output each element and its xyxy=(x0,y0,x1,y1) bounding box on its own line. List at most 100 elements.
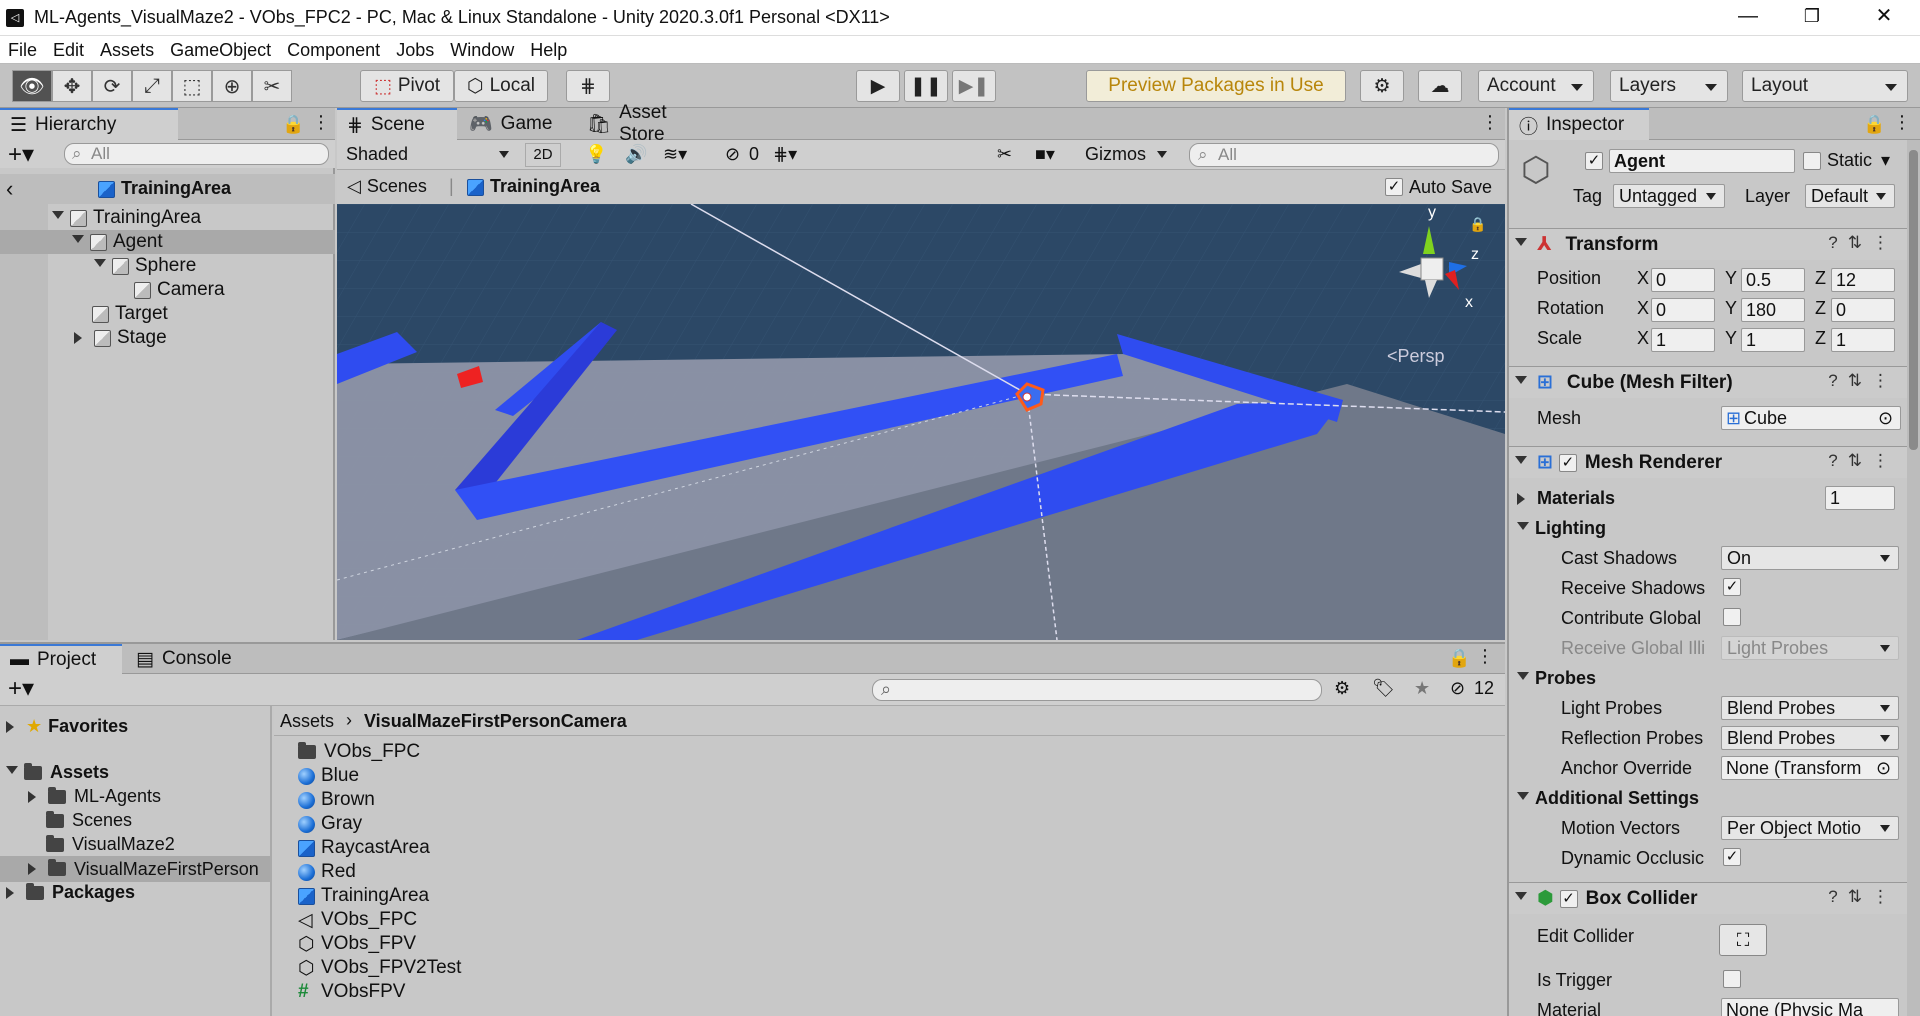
physic-material-field[interactable]: None (Physic Ma xyxy=(1721,998,1899,1016)
gizmos-dropdown[interactable]: Gizmos xyxy=(1079,143,1175,167)
custom-tool-icon[interactable]: ✂ xyxy=(252,70,292,102)
grid-toggle-icon[interactable]: ⋕▾ xyxy=(773,144,797,165)
cast-shadows-dropdown[interactable]: On xyxy=(1721,546,1899,570)
component-actions-icon[interactable]: ?⇅⋮ xyxy=(1828,233,1899,253)
file-raycastarea[interactable]: RaycastArea xyxy=(298,836,430,860)
scene-search-input[interactable]: ⌕ All xyxy=(1189,143,1499,167)
hidden-objects-icon[interactable]: ⊘ xyxy=(725,144,740,165)
tree-packages[interactable]: Packages xyxy=(6,882,135,903)
2d-toggle-button[interactable]: 2D xyxy=(525,143,561,167)
account-dropdown[interactable]: Account xyxy=(1478,70,1594,102)
tools-icon[interactable]: ✂ xyxy=(997,144,1012,165)
auto-save-checkbox[interactable]: ✓ xyxy=(1385,178,1403,196)
reflection-probes-dropdown[interactable]: Blend Probes xyxy=(1721,726,1899,750)
current-prefab-breadcrumb[interactable]: TrainingArea xyxy=(467,176,600,197)
lock-icon[interactable]: 🔒 xyxy=(282,114,304,135)
contribute-gi-checkbox[interactable] xyxy=(1723,608,1741,626)
object-picker-icon[interactable]: ⊙ xyxy=(1878,407,1893,429)
shading-mode-dropdown[interactable]: Shaded xyxy=(341,143,517,167)
component-actions-icon[interactable]: ?⇅⋮ xyxy=(1828,371,1899,391)
file-gray[interactable]: Gray xyxy=(298,812,362,836)
file-blue[interactable]: Blue xyxy=(298,764,359,788)
restore-button[interactable]: ❐ xyxy=(1784,0,1840,34)
breadcrumb-assets[interactable]: Assets xyxy=(280,711,334,732)
mesh-renderer-header[interactable]: ⊞ ✓ Mesh Renderer ?⇅⋮ xyxy=(1509,446,1909,478)
light-probes-dropdown[interactable]: Blend Probes xyxy=(1721,696,1899,720)
orientation-gizmo[interactable]: y z x xyxy=(1385,204,1505,340)
file-vobsfpv-script[interactable]: # VObsFPV xyxy=(298,980,405,1004)
edit-collider-button[interactable]: ⛶ xyxy=(1719,924,1767,956)
tree-scenes[interactable]: Scenes xyxy=(46,810,132,831)
search-by-label-icon[interactable]: 🏷 xyxy=(1372,678,1395,699)
view-tool-icon[interactable]: 👁 xyxy=(12,70,52,102)
mesh-filter-header[interactable]: ⊞ Cube (Mesh Filter) ?⇅⋮ xyxy=(1509,366,1909,398)
dynamic-occlusion-checkbox[interactable]: ✓ xyxy=(1723,848,1741,866)
hier-item-target[interactable]: Target xyxy=(0,302,335,326)
box-collider-header[interactable]: ⬢ ✓ Box Collider ?⇅⋮ xyxy=(1509,882,1909,914)
menu-help[interactable]: Help xyxy=(522,36,575,64)
lighting-foldout[interactable]: Lighting xyxy=(1517,518,1606,539)
hier-item-camera[interactable]: Camera xyxy=(0,278,335,302)
tree-visualmazefirstperson[interactable]: VisualMazeFirstPerson xyxy=(0,856,270,882)
active-checkbox[interactable]: ✓ xyxy=(1585,152,1603,170)
static-dropdown-icon[interactable]: ▾ xyxy=(1881,150,1890,171)
menu-file[interactable]: File xyxy=(0,36,45,64)
rotation-x-input[interactable]: 0 xyxy=(1651,298,1715,322)
is-trigger-checkbox[interactable] xyxy=(1723,970,1741,988)
tree-favorites[interactable]: ★ Favorites xyxy=(6,716,128,737)
file-trainingarea[interactable]: TrainingArea xyxy=(298,884,429,908)
scale-x-input[interactable]: 1 xyxy=(1651,328,1715,352)
tab-inspector[interactable]: ⓘ Inspector xyxy=(1509,108,1649,140)
scenes-breadcrumb[interactable]: ◁ Scenes xyxy=(347,176,427,197)
gizmo-lock-icon[interactable]: 🔒 xyxy=(1469,216,1486,233)
menu-gameobject[interactable]: GameObject xyxy=(162,36,279,64)
project-search-input[interactable]: ⌕ xyxy=(872,679,1322,701)
lighting-toggle-icon[interactable]: 💡 xyxy=(585,144,607,165)
scale-tool-icon[interactable]: ⤢ xyxy=(132,70,172,102)
scrollbar-thumb[interactable] xyxy=(1909,150,1918,450)
menu-kebab-icon[interactable]: ⋮ xyxy=(312,112,330,133)
file-brown[interactable]: Brown xyxy=(298,788,375,812)
transform-tool-icon[interactable]: ⊕ xyxy=(212,70,252,102)
layout-dropdown[interactable]: Layout xyxy=(1742,70,1908,102)
create-plus-icon[interactable]: +▾ xyxy=(8,140,34,169)
create-plus-icon[interactable]: +▾ xyxy=(8,674,34,703)
tab-project[interactable]: ▬ Project xyxy=(0,644,122,674)
minimize-button[interactable]: — xyxy=(1720,0,1776,34)
file-red[interactable]: Red xyxy=(298,860,356,884)
static-checkbox[interactable] xyxy=(1803,152,1821,170)
rotate-tool-icon[interactable]: ⟳ xyxy=(92,70,132,102)
perspective-label[interactable]: <Persp xyxy=(1387,346,1445,367)
layer-dropdown[interactable]: Default xyxy=(1805,184,1895,208)
step-button[interactable]: ▶❚ xyxy=(952,70,996,102)
menu-kebab-icon[interactable]: ⋮ xyxy=(1481,112,1499,133)
cloud-button[interactable]: ☁ xyxy=(1418,70,1462,102)
position-y-input[interactable]: 0.5 xyxy=(1741,268,1805,292)
lock-icon[interactable]: 🔒 xyxy=(1448,648,1470,669)
tab-hierarchy[interactable]: ☰ Hierarchy xyxy=(0,108,178,140)
rect-tool-icon[interactable]: ⬚ xyxy=(172,70,212,102)
hierarchy-search-input[interactable]: ⌕ All xyxy=(64,143,329,165)
tree-ml-agents[interactable]: ML-Agents xyxy=(28,786,161,807)
anchor-override-field[interactable]: None (Transform ⊙ xyxy=(1721,756,1899,780)
play-button[interactable]: ▶ xyxy=(856,70,900,102)
layers-dropdown[interactable]: Layers xyxy=(1610,70,1728,102)
component-actions-icon[interactable]: ?⇅⋮ xyxy=(1828,451,1899,471)
transform-header[interactable]: ⅄ Transform ?⇅⋮ xyxy=(1509,228,1909,260)
preview-packages-button[interactable]: Preview Packages in Use xyxy=(1086,70,1346,102)
favorite-star-icon[interactable]: ★ xyxy=(1414,678,1430,699)
menu-window[interactable]: Window xyxy=(442,36,522,64)
tree-assets[interactable]: Assets xyxy=(6,762,109,783)
tab-console[interactable]: ▤ Console xyxy=(126,644,246,674)
additional-settings-foldout[interactable]: Additional Settings xyxy=(1517,788,1699,809)
close-button[interactable]: ✕ xyxy=(1856,0,1912,34)
inspector-scrollbar[interactable] xyxy=(1907,140,1920,1016)
rotation-z-input[interactable]: 0 xyxy=(1831,298,1895,322)
file-vobs-fpc-folder[interactable]: VObs_FPC xyxy=(298,740,420,764)
hidden-packages-icon[interactable]: ⊘ xyxy=(1450,678,1465,699)
probes-foldout[interactable]: Probes xyxy=(1517,668,1596,689)
scene-viewport[interactable]: y z x <Persp 🔒 xyxy=(337,204,1505,640)
rotation-y-input[interactable]: 180 xyxy=(1741,298,1805,322)
hier-item-agent[interactable]: Agent xyxy=(0,230,335,254)
file-vobs-fpv2test[interactable]: ⬡ VObs_FPV2Test xyxy=(298,956,461,980)
